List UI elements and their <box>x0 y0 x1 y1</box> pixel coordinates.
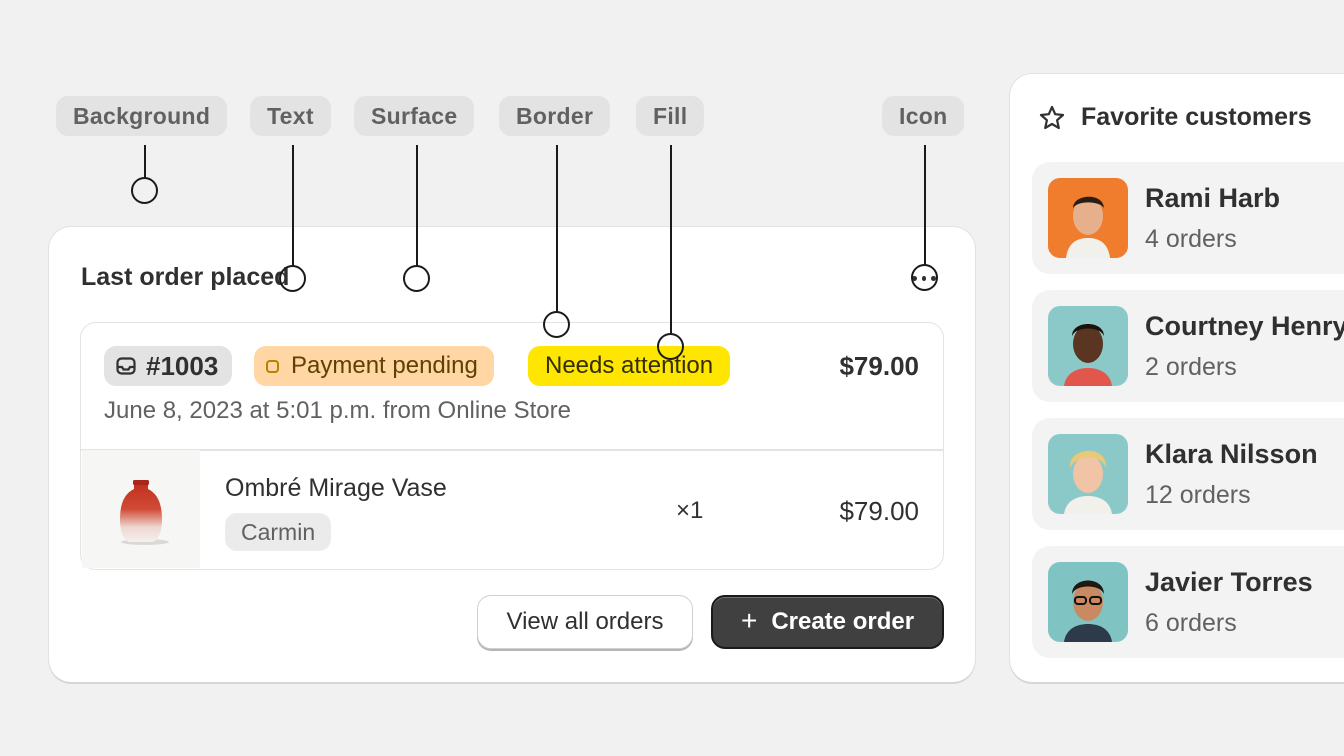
avatar <box>1048 306 1128 386</box>
product-quantity: ×1 <box>676 497 704 524</box>
product-name[interactable]: Ombré Mirage Vase <box>225 474 447 503</box>
customer-name[interactable]: Courtney Henry <box>1145 311 1344 342</box>
leader-fill <box>670 145 672 334</box>
avatar <box>1048 562 1128 642</box>
ring-background <box>131 177 158 204</box>
attention-status-label: Needs attention <box>545 352 714 379</box>
customer-name[interactable]: Klara Nilsson <box>1145 439 1318 470</box>
ring-text <box>279 265 306 292</box>
star-icon <box>1039 105 1065 130</box>
leader-surface <box>416 145 418 266</box>
leader-background <box>144 145 146 178</box>
tag-icon: Icon <box>882 96 965 136</box>
product-price: $79.00 <box>839 496 919 526</box>
view-all-orders-label: View all orders <box>506 608 664 635</box>
circle-outline-icon <box>266 359 279 373</box>
order-date: June 8, 2023 at 5:01 p.m. from Online St… <box>104 397 571 424</box>
vase-image <box>120 480 169 545</box>
card-title: Last order placed <box>81 263 290 291</box>
customer-orders: 2 orders <box>1145 353 1237 381</box>
attention-status-badge: Needs attention <box>528 346 731 386</box>
create-order-label: Create order <box>771 608 915 635</box>
ring-surface <box>403 265 430 292</box>
leader-border <box>556 145 558 312</box>
ring-border <box>543 311 570 338</box>
leader-text <box>292 145 294 266</box>
order-number: #1003 <box>146 350 219 381</box>
favorites-title: Favorite customers <box>1081 103 1312 131</box>
tag-border: Border <box>499 96 611 136</box>
payment-status-badge: Payment pending <box>254 346 494 386</box>
plus-icon: + <box>740 604 758 636</box>
customer-orders: 6 orders <box>1145 609 1237 637</box>
product-thumbnail[interactable] <box>82 450 200 568</box>
leader-icon <box>924 145 926 265</box>
view-all-orders-button[interactable]: View all orders <box>477 595 693 649</box>
order-total: $79.00 <box>839 351 919 381</box>
inbox-icon <box>116 357 136 375</box>
avatar <box>1048 178 1128 258</box>
payment-status-label: Payment pending <box>291 352 478 379</box>
tag-background: Background <box>56 96 228 136</box>
tag-text: Text <box>250 96 331 136</box>
avatar <box>1048 434 1128 514</box>
create-order-button[interactable]: + Create order <box>711 595 944 649</box>
ring-fill <box>657 333 684 360</box>
tag-surface: Surface <box>354 96 475 136</box>
product-variant-badge: Carmin <box>225 513 332 551</box>
customer-orders: 12 orders <box>1145 481 1251 509</box>
customer-orders: 4 orders <box>1145 225 1237 253</box>
customer-name[interactable]: Javier Torres <box>1145 567 1313 598</box>
tag-fill: Fill <box>636 96 705 136</box>
customer-name[interactable]: Rami Harb <box>1145 183 1280 214</box>
ring-icon <box>911 264 938 291</box>
order-number-badge: #1003 <box>104 346 233 386</box>
order-divider <box>81 449 943 451</box>
